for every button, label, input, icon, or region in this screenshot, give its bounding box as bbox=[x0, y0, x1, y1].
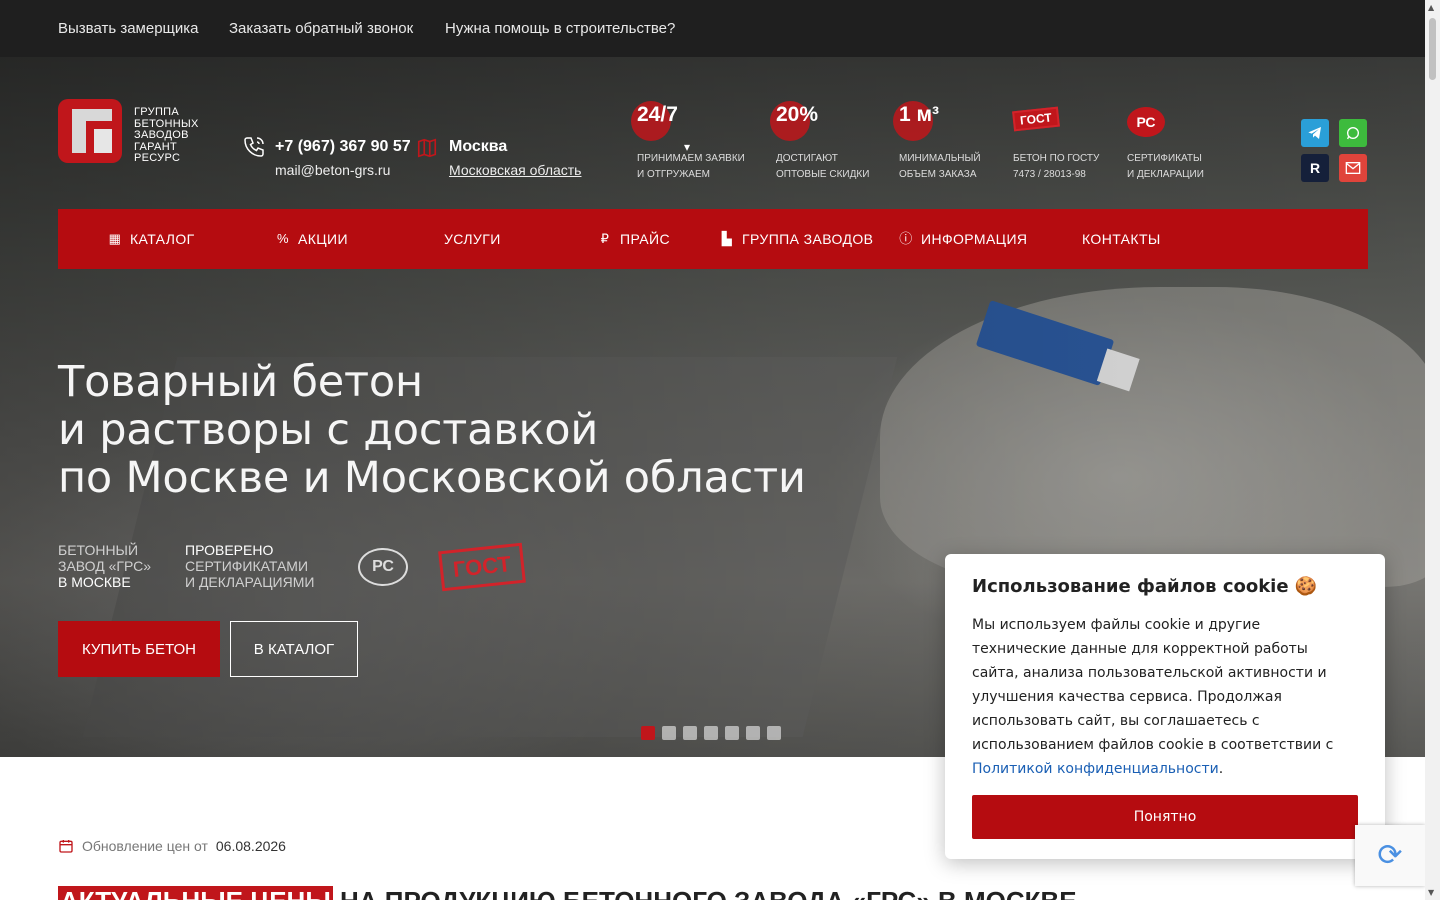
cookie-title: Использование файлов cookie 🍪 bbox=[972, 576, 1318, 597]
scrollbar-thumb[interactable] bbox=[1429, 18, 1436, 80]
factory-icon: ▙ bbox=[721, 231, 733, 246]
slider-dot[interactable] bbox=[704, 726, 718, 740]
feature-24-7: 24/7 ПРИНИМАЕМ ЗАЯВКИ И ОТГРУЖАЕМ bbox=[631, 101, 745, 180]
feature-gost: ГОСТ БЕТОН ПО ГОСТУ 7473 / 28013-98 bbox=[1012, 103, 1099, 180]
rst-certification-icon: РС bbox=[358, 548, 408, 586]
rst-mark-icon: РС bbox=[1127, 107, 1165, 137]
slider-dot[interactable] bbox=[746, 726, 760, 740]
slider-dot[interactable] bbox=[767, 726, 781, 740]
feature-min-volume: 1 м³ МИНИМАЛЬНЫЙ ОБЪЕМ ЗАКАЗА bbox=[893, 101, 981, 180]
nav-item-price[interactable]: ₽ ПРАЙС bbox=[598, 231, 670, 247]
hero-title: Товарный бетон и растворы с доставкой по… bbox=[58, 357, 806, 503]
slider-dot[interactable] bbox=[641, 726, 655, 740]
email-link[interactable]: mail@beton-grs.ru bbox=[275, 162, 390, 178]
callback-link[interactable]: Заказать обратный звонок bbox=[229, 20, 413, 37]
chevron-down-icon[interactable]: ▾ bbox=[684, 140, 690, 154]
top-bar: Вызвать замерщика Заказать обратный звон… bbox=[0, 0, 1425, 57]
slider-dot[interactable] bbox=[662, 726, 676, 740]
slider-dot[interactable] bbox=[725, 726, 739, 740]
scrollbar[interactable]: ▲ ▼ bbox=[1425, 0, 1440, 900]
ruble-icon: ₽ bbox=[600, 231, 610, 246]
nav-item-promotions[interactable]: % АКЦИИ bbox=[276, 231, 348, 247]
nav-item-catalog[interactable]: ▦ КАТАЛОГ bbox=[108, 231, 195, 247]
cookie-accept-button[interactable]: Понятно bbox=[972, 795, 1358, 839]
recaptcha-badge[interactable]: ⟳ bbox=[1355, 825, 1425, 886]
gost-stamp-icon: ГОСТ bbox=[1012, 106, 1060, 132]
construction-help-link[interactable]: Нужна помощь в строительстве? bbox=[445, 20, 675, 37]
recaptcha-icon: ⟳ bbox=[1377, 838, 1403, 873]
price-update-date: 06.08.2026 bbox=[215, 838, 286, 854]
nav-item-information[interactable]: ⓘ ИНФОРМАЦИЯ bbox=[899, 231, 1027, 247]
scroll-down-arrow-icon[interactable]: ▼ bbox=[1428, 888, 1434, 897]
hero-badge-plant: БЕТОННЫЙ ЗАВОД «ГРС» В МОСКВЕ bbox=[58, 542, 152, 590]
mail-icon[interactable] bbox=[1339, 154, 1367, 182]
logo-mark[interactable] bbox=[58, 99, 122, 163]
nav-item-plants-group[interactable]: ▙ ГРУППА ЗАВОДОВ bbox=[720, 231, 873, 247]
hero-badge-certified: ПРОВЕРЕНО СЕРТИФИКАТАМИ И ДЕКЛАРАЦИЯМИ bbox=[185, 542, 315, 590]
slider-dots bbox=[641, 726, 781, 740]
info-icon: ⓘ bbox=[899, 231, 913, 246]
cookie-banner: Использование файлов cookie 🍪 Мы использ… bbox=[945, 554, 1385, 859]
phone-icon bbox=[244, 137, 264, 157]
rutube-icon[interactable]: R bbox=[1301, 154, 1329, 182]
to-catalog-button[interactable]: В КАТАЛОГ bbox=[230, 621, 358, 677]
nav-item-services[interactable]: УСЛУГИ bbox=[444, 231, 501, 247]
price-update-note: Обновление цен от 06.08.2026 bbox=[58, 838, 286, 854]
percent-icon: % bbox=[277, 231, 289, 246]
feature-certificates: РС СЕРТИФИКАТЫ И ДЕКЛАРАЦИИ bbox=[1127, 103, 1204, 180]
feature-discount: 20% ДОСТИГАЮТ ОПТОВЫЕ СКИДКИ bbox=[770, 101, 869, 180]
phone-number[interactable]: +7 (967) 367 90 57 bbox=[275, 138, 411, 156]
grid-icon: ▦ bbox=[108, 231, 122, 246]
buy-concrete-button[interactable]: КУПИТЬ БЕТОН bbox=[58, 621, 220, 677]
privacy-policy-link[interactable]: Политикой конфиденциальности bbox=[972, 761, 1219, 777]
region-link[interactable]: Московская область bbox=[449, 162, 581, 178]
whatsapp-icon[interactable] bbox=[1339, 119, 1367, 147]
nav-item-contacts[interactable]: КОНТАКТЫ bbox=[1082, 231, 1161, 247]
telegram-icon[interactable] bbox=[1301, 119, 1329, 147]
map-icon bbox=[417, 138, 437, 158]
scroll-up-arrow-icon[interactable]: ▲ bbox=[1428, 3, 1434, 12]
city-selector[interactable]: Москва bbox=[449, 138, 507, 156]
logo-text[interactable]: ГРУППА БЕТОННЫХ ЗАВОДОВ ГАРАНТ РЕСУРС bbox=[134, 106, 199, 165]
call-measurer-link[interactable]: Вызвать замерщика bbox=[58, 20, 199, 37]
main-nav: ▦ КАТАЛОГ % АКЦИИ УСЛУГИ ₽ ПРАЙС ▙ ГРУПП… bbox=[58, 209, 1368, 269]
section-title: АКТУАЛЬНЫЕ ЦЕНЫ НА ПРОДУКЦИЮ БЕТОННОГО З… bbox=[58, 886, 1077, 900]
slider-dot[interactable] bbox=[683, 726, 697, 740]
cookie-text: Мы используем файлы cookie и другие техн… bbox=[972, 617, 1334, 777]
calendar-icon bbox=[59, 840, 73, 853]
